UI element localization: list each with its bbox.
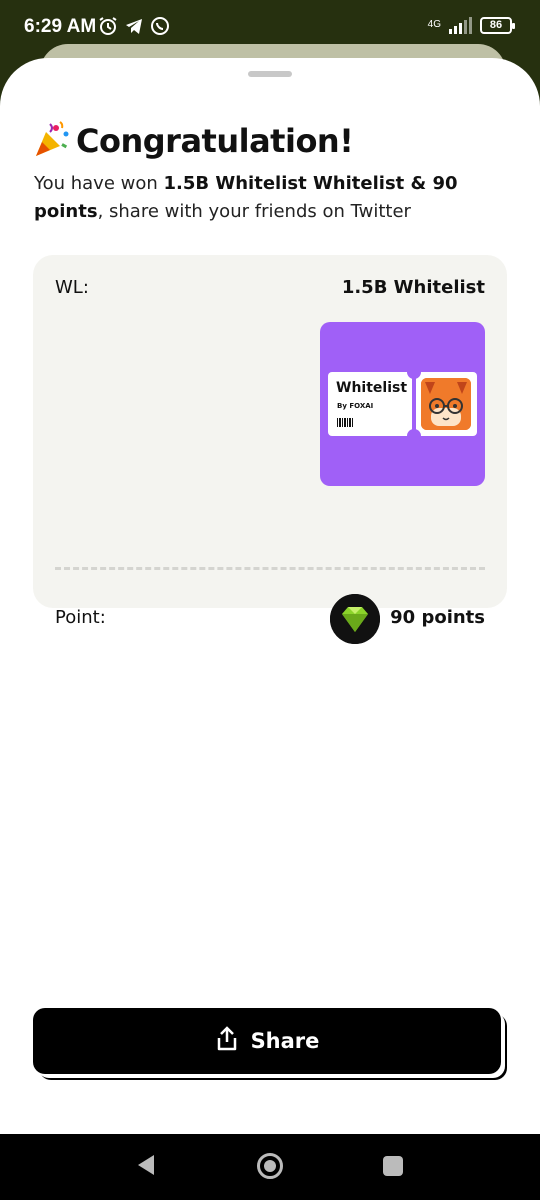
whatsapp-icon	[150, 16, 170, 36]
divider	[55, 567, 485, 570]
message-prefix: You have won	[34, 173, 164, 194]
drag-handle[interactable]	[248, 71, 292, 77]
status-time: 6:29 AM	[24, 16, 97, 37]
barcode-icon	[337, 418, 354, 427]
alarm-icon	[98, 16, 118, 36]
back-icon[interactable]	[136, 1153, 156, 1181]
ticket-issuer: By FOXAI	[337, 402, 374, 410]
share-icon	[215, 1026, 239, 1056]
point-label: Point:	[55, 607, 106, 628]
page-title: Congratulation!	[76, 122, 354, 160]
battery-level: 86	[489, 18, 503, 31]
wl-value: 1.5B Whitelist	[341, 277, 485, 298]
party-popper-icon	[34, 120, 72, 162]
telegram-icon	[124, 16, 144, 36]
network-type: 4G	[427, 19, 441, 30]
ticket: Whitelist By FOXAI	[328, 365, 477, 443]
system-status: 4G 86	[427, 16, 515, 34]
point-value: 90 points	[390, 607, 485, 628]
share-label: Share	[250, 1029, 320, 1053]
notification-icons	[98, 16, 170, 36]
whitelist-ticket-image: Whitelist By FOXAI	[320, 322, 485, 486]
title-row: Congratulation!	[34, 120, 354, 162]
wl-label: WL:	[55, 277, 89, 298]
gem-icon	[330, 594, 380, 644]
home-icon[interactable]	[257, 1153, 283, 1179]
message-suffix: , share with your friends on Twitter	[97, 201, 411, 222]
share-button[interactable]: Share	[33, 1008, 501, 1074]
battery-icon: 86	[480, 16, 515, 34]
signal-icon	[449, 16, 472, 34]
fox-avatar-icon	[421, 378, 471, 430]
reward-bottom-sheet: Congratulation! You have won 1.5B Whitel…	[0, 58, 540, 1134]
reward-message: You have won 1.5B Whitelist Whitelist & …	[34, 170, 504, 226]
reward-card: WL: 1.5B Whitelist Whitelist By FOXAI Po…	[33, 255, 507, 644]
ticket-name: Whitelist	[336, 380, 408, 396]
recent-apps-icon[interactable]	[383, 1156, 403, 1176]
system-nav-bar	[0, 1134, 540, 1200]
